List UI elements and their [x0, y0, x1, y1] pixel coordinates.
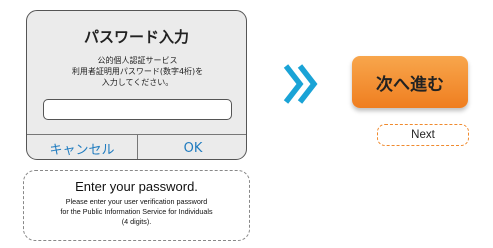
- caption-body: Please enter your user verification pass…: [24, 197, 249, 227]
- next-button[interactable]: 次へ進む: [352, 56, 468, 108]
- caption-line: (4 digits).: [121, 217, 152, 226]
- next-caption: Next: [377, 124, 469, 146]
- caption-line: Please enter your user verification pass…: [65, 197, 208, 206]
- dialog-message-line: 入力してください。: [101, 78, 174, 87]
- dialog-message-line: 利用者証明用パスワード(数字4桁)を: [71, 67, 204, 76]
- dialog-title: パスワード入力: [83, 28, 189, 46]
- caption-title: Enter your password.: [75, 179, 198, 194]
- dialog-message: 公的個人認証サービス 利用者証明用パスワード(数字4桁)を 入力してください。: [37, 55, 238, 88]
- password-dialog: パスワード入力 公的個人認証サービス 利用者証明用パスワード(数字4桁)を 入力…: [26, 10, 247, 160]
- double-chevron-right-icon: [283, 64, 318, 104]
- password-input[interactable]: [43, 99, 232, 120]
- caption-line: for the Public Information Service for I…: [60, 207, 213, 216]
- dialog-message-line: 公的個人認証サービス: [97, 56, 178, 65]
- ok-button[interactable]: OK: [138, 135, 246, 159]
- dialog-caption: Enter your password. Please enter your u…: [23, 170, 250, 241]
- cancel-button[interactable]: キャンセル: [27, 135, 137, 159]
